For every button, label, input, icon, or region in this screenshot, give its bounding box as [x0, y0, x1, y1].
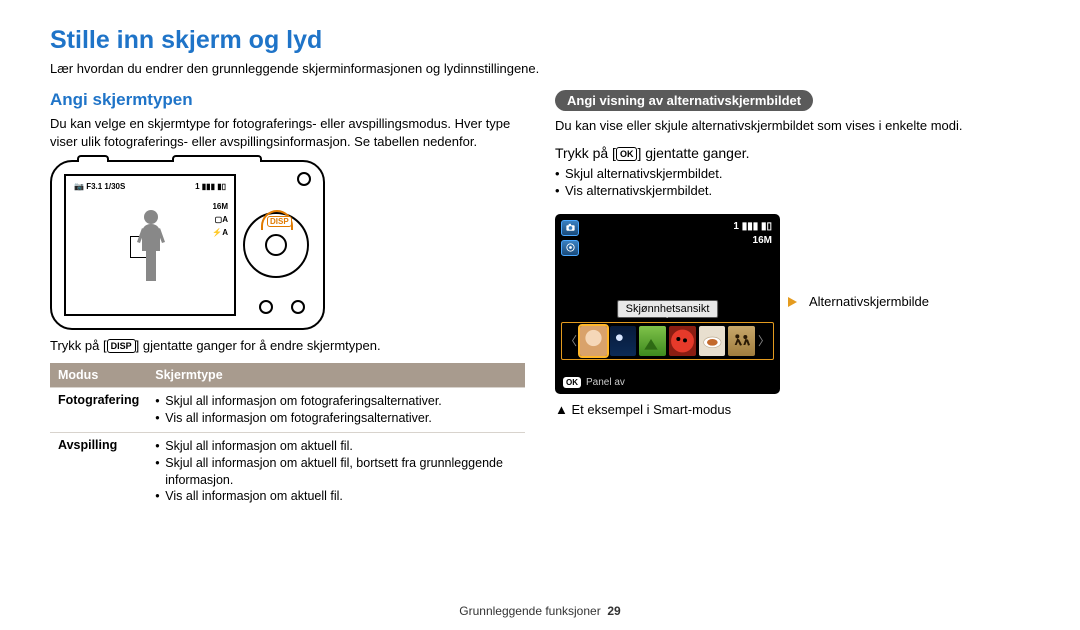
- resolution-indicator: 16M: [212, 200, 228, 213]
- thumbnail-landscape-icon: [639, 326, 666, 356]
- table-row: Avspilling Skjul all informasjon om aktu…: [50, 432, 525, 510]
- small-button-2-icon: [291, 300, 305, 314]
- battery-indicator: 1 ▮▮▮ ▮▯: [195, 182, 226, 191]
- right-paragraph: Du kan vise eller skjule alternativskjer…: [555, 117, 1030, 135]
- strip-left-arrow-icon: 〈: [565, 332, 577, 349]
- left-column: Angi skjermtypen Du kan velge en skjermt…: [50, 90, 525, 510]
- list-item: Skjul all informasjon om aktuell fil.: [155, 438, 517, 455]
- beauty-face-tooltip: Skjønnhetsansikt: [617, 300, 719, 318]
- list-item: Skjul all informasjon om fotograferingsa…: [155, 393, 517, 410]
- thumbnail-night-icon: [610, 326, 637, 356]
- dpad-ring: DISP: [243, 212, 309, 278]
- strip-right-arrow-icon: 〉: [758, 332, 770, 349]
- table-row: Fotografering Skjul all informasjon om f…: [50, 388, 525, 433]
- mode-table: Modus Skjermtype Fotografering Skjul all…: [50, 363, 525, 510]
- camera-lcd: 📷 F3.1 1/30S 1 ▮▮▮ ▮▯ 16M ▢A ⚡A: [64, 174, 236, 316]
- right-column: Angi visning av alternativskjermbildet D…: [555, 90, 1030, 510]
- left-instruction: Trykk på [DISP] gjentatte ganger for å e…: [50, 338, 525, 353]
- ok-button-icon: [265, 234, 287, 256]
- left-paragraph: Du kan velge en skjermtype for fotografe…: [50, 115, 525, 150]
- thumbnail-beauty-icon: [580, 326, 607, 356]
- page-footer: Grunnleggende funksjoner 29: [0, 604, 1080, 618]
- camera-diagram: 📷 F3.1 1/30S 1 ▮▮▮ ▮▯ 16M ▢A ⚡A DI: [50, 160, 325, 330]
- list-item: Vis alternativskjermbildet.: [555, 182, 1030, 200]
- ok-icon: OK: [616, 147, 638, 161]
- thumbnail-macro-icon: [669, 326, 696, 356]
- left-subhead: Angi skjermtypen: [50, 90, 525, 110]
- disp-icon: DISP: [107, 339, 136, 353]
- ok-chip-icon: OK: [563, 377, 581, 388]
- resolution-indicator: 16M: [733, 234, 772, 248]
- example-caption: ▲ Et eksempel i Smart-modus: [555, 402, 1030, 417]
- panel-off-label: OK Panel av: [563, 377, 625, 388]
- callout-arrow-icon: [788, 297, 797, 307]
- columns: Angi skjermtypen Du kan velge en skjermt…: [50, 90, 1030, 510]
- mode-shooting: Fotografering: [50, 388, 147, 433]
- person-silhouette-icon: [136, 208, 166, 288]
- aperture-shutter-text: 📷 F3.1 1/30S: [74, 182, 125, 191]
- thumbnail-strip: 〈 〉: [561, 322, 774, 360]
- list-item: Skjul alternativskjermbildet.: [555, 165, 1030, 183]
- af-indicator: ▢A: [212, 213, 228, 226]
- small-button-1-icon: [259, 300, 273, 314]
- flash-indicator: ⚡A: [212, 226, 228, 239]
- alternativ-screen-diagram: 1 ▮▮▮ ▮▯ 16M Skjønnhetsansikt 〈: [555, 214, 780, 394]
- disp-highlight-icon: DISP: [267, 216, 292, 227]
- power-button-icon: [297, 172, 311, 186]
- page-intro: Lær hvordan du endrer den grunnleggende …: [50, 61, 1030, 76]
- thumbnail-food-icon: [699, 326, 726, 356]
- target-mode-icon: [561, 240, 579, 256]
- page-title: Stille inn skjerm og lyd: [50, 26, 1030, 55]
- right-bullets: Skjul alternativskjermbildet. Vis altern…: [555, 165, 1030, 200]
- list-item: Skjul all informasjon om aktuell fil, bo…: [155, 455, 517, 489]
- mode-playback: Avspilling: [50, 432, 147, 510]
- right-pill-heading: Angi visning av alternativskjermbildet: [555, 90, 813, 111]
- th-screentype: Skjermtype: [147, 363, 525, 388]
- right-instruction: Trykk på [OK] gjentatte ganger.: [555, 145, 1030, 161]
- list-item: Vis all informasjon om aktuell fil.: [155, 488, 517, 505]
- camera-mode-icon: [561, 220, 579, 236]
- th-mode: Modus: [50, 363, 147, 388]
- battery-indicator: 1 ▮▮▮ ▮▯: [733, 220, 772, 234]
- list-item: Vis all informasjon om fotograferingsalt…: [155, 410, 517, 427]
- callout-label: Alternativskjermbilde: [809, 294, 929, 309]
- thumbnail-action-icon: [728, 326, 755, 356]
